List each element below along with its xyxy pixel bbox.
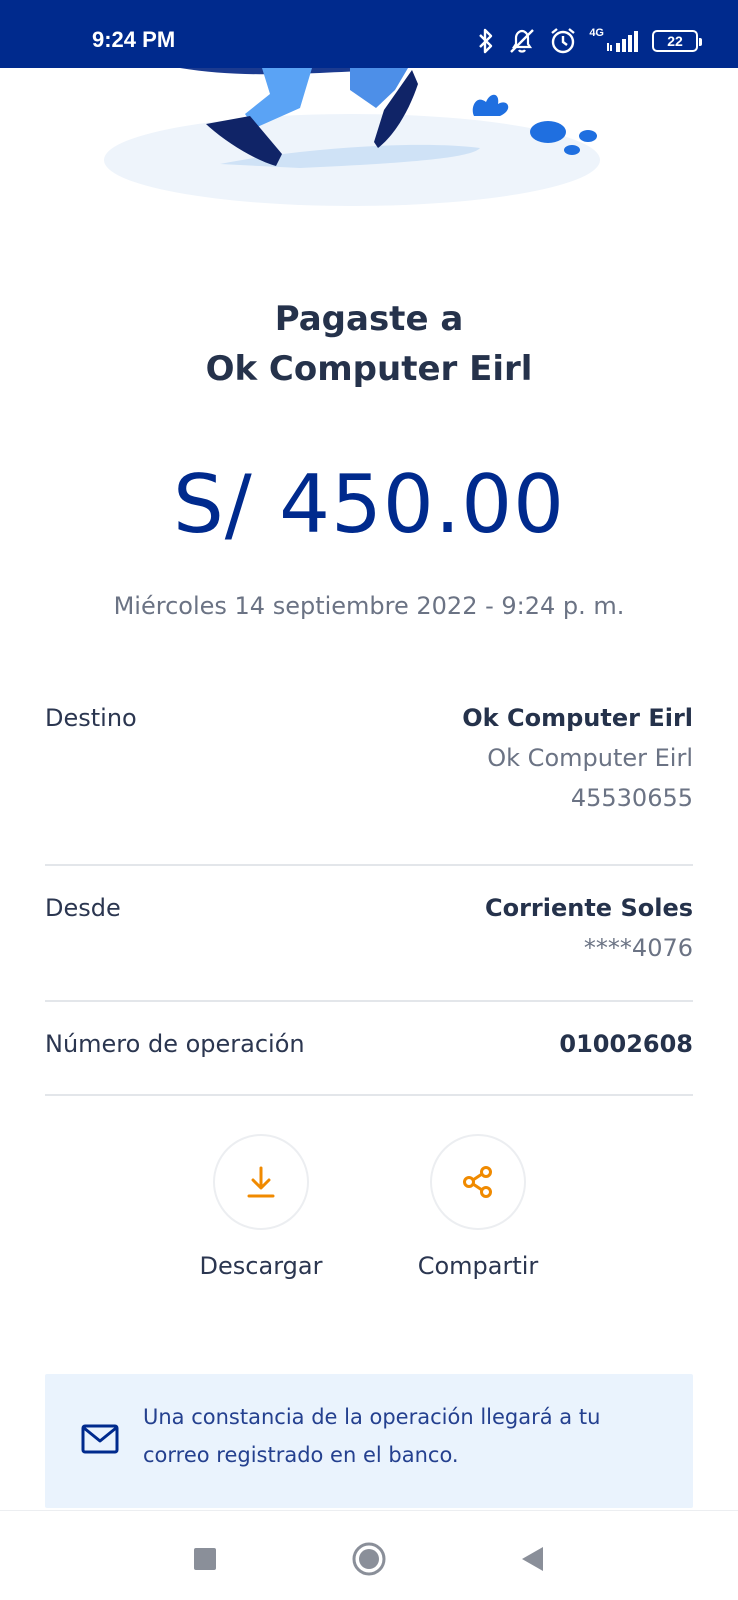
mute-notifications-icon [510, 29, 535, 53]
bluetooth-icon [479, 28, 493, 54]
payment-date: Miércoles 14 septiembre 2022 - 9:24 p. m… [113, 592, 625, 620]
share-label: Compartir [417, 1252, 539, 1280]
desde-values: Corriente Soles ****4076 [485, 894, 693, 962]
status-bar: 9:24 PM 4G 22 [0, 0, 738, 68]
home-circle-icon [352, 1542, 386, 1576]
email-notice: Una constancia de la operación llegará a… [45, 1374, 693, 1508]
payee-name-title: Ok Computer Eirl [205, 349, 533, 389]
back-button[interactable] [512, 1539, 552, 1579]
desde-label: Desde [45, 894, 121, 922]
destino-values: Ok Computer Eirl Ok Computer Eirl 455306… [462, 704, 693, 812]
payment-amount: S/ 450.00 [172, 458, 566, 551]
battery-level: 22 [667, 33, 683, 49]
operacion-values: 01002608 [559, 1030, 693, 1058]
share-button-circle[interactable] [430, 1134, 526, 1230]
notice-text: Una constancia de la operación llegará a… [143, 1405, 601, 1467]
system-navigation-bar [0, 1510, 738, 1600]
download-button[interactable]: Descargar [181, 1134, 341, 1280]
destino-name: Ok Computer Eirl [462, 704, 693, 732]
share-button[interactable]: Compartir [398, 1134, 558, 1280]
destino-alias: Ok Computer Eirl [487, 744, 693, 772]
receipt-actions: Descargar Compartir [0, 1134, 738, 1304]
recent-apps-button[interactable] [185, 1539, 225, 1579]
battery-indicator: 22 [652, 30, 702, 52]
title-line-1: Pagaste a [274, 299, 464, 339]
detail-row-operacion: Número de operación 01002608 [45, 1002, 693, 1096]
operation-details: Destino Ok Computer Eirl Ok Computer Eir… [45, 690, 693, 1096]
status-time: 9:24 PM [92, 27, 176, 52]
desde-account: Corriente Soles [484, 894, 693, 922]
share-icon [463, 1166, 492, 1198]
detail-row-desde: Desde Corriente Soles ****4076 [45, 866, 693, 1002]
download-button-circle[interactable] [213, 1134, 309, 1230]
operacion-label: Número de operación [45, 1030, 305, 1058]
download-icon [247, 1166, 275, 1198]
desde-masked-number: ****4076 [583, 934, 693, 962]
detail-row-destino: Destino Ok Computer Eirl Ok Computer Eir… [45, 690, 693, 866]
back-triangle-icon [522, 1547, 543, 1571]
signal-strength-icon [607, 31, 638, 52]
alarm-clock-icon [551, 28, 576, 54]
mail-icon [81, 1424, 119, 1454]
square-icon [194, 1548, 216, 1570]
operacion-number: 01002608 [559, 1030, 693, 1058]
home-button[interactable] [349, 1539, 389, 1579]
status-icons: 4G 22 [477, 26, 702, 56]
destino-number: 45530655 [570, 784, 693, 812]
payment-title: Pagaste a Ok Computer Eirl [0, 294, 738, 394]
download-label: Descargar [199, 1252, 323, 1280]
walking-person-illustration [104, 68, 600, 206]
destino-label: Destino [45, 704, 137, 732]
network-type-label: 4G [589, 27, 604, 39]
